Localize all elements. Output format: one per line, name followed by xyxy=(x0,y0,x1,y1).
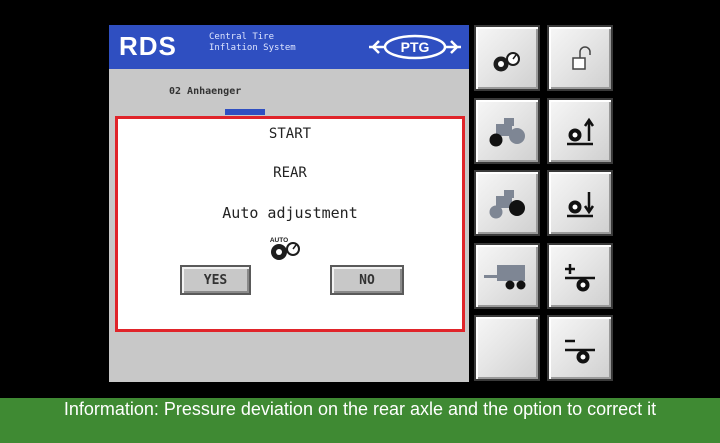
dialog-axle-text: REAR xyxy=(273,165,307,181)
trailer-button[interactable] xyxy=(474,243,540,309)
tire-gauge-icon xyxy=(493,52,520,72)
yes-button[interactable]: YES xyxy=(180,265,251,295)
tractor-rear-axle-icon xyxy=(489,190,525,219)
info-caption: Information: Pressure deviation on the r… xyxy=(0,398,720,443)
auto-icon-label: AUTO xyxy=(270,237,288,244)
pressure-minus-button[interactable] xyxy=(547,315,613,381)
trailer-icon xyxy=(484,265,526,290)
tractor-front-axle-button[interactable] xyxy=(474,98,540,164)
pressure-plus-icon xyxy=(565,264,595,292)
tractor-front-axle-icon xyxy=(489,118,525,147)
tire-gauge-button[interactable] xyxy=(474,25,540,91)
pressure-minus-icon xyxy=(565,339,595,364)
ptg-logo-text: PTG xyxy=(401,39,430,55)
brand-title: RDS xyxy=(119,31,177,61)
dialog-action-text: START xyxy=(268,126,312,142)
confirm-dialog: START REAR Auto adjustment AUTO YES NO xyxy=(115,116,465,332)
empty-softkey[interactable] xyxy=(474,315,540,381)
pressure-up-button[interactable] xyxy=(547,98,613,164)
brand-subtitle: Central Tire Inflation System xyxy=(209,32,296,53)
lock-icon xyxy=(572,46,591,70)
pressure-down-button[interactable] xyxy=(547,170,613,236)
header-bar: RDS Central Tire Inflation System PTG xyxy=(109,25,469,69)
pressure-down-icon xyxy=(567,192,595,218)
dialog-mode-text: Auto adjustment xyxy=(222,204,358,222)
lock-button[interactable] xyxy=(547,25,613,91)
selected-unit-indicator xyxy=(225,109,265,115)
pressure-up-icon xyxy=(567,117,595,146)
auto-tire-icon: AUTO xyxy=(270,237,300,260)
no-button[interactable]: NO xyxy=(330,265,404,295)
ptg-logo: PTG xyxy=(369,34,461,60)
selected-unit-label: 02 Anhaenger xyxy=(169,86,242,97)
pressure-plus-button[interactable] xyxy=(547,243,613,309)
tractor-rear-axle-button[interactable] xyxy=(474,170,540,236)
